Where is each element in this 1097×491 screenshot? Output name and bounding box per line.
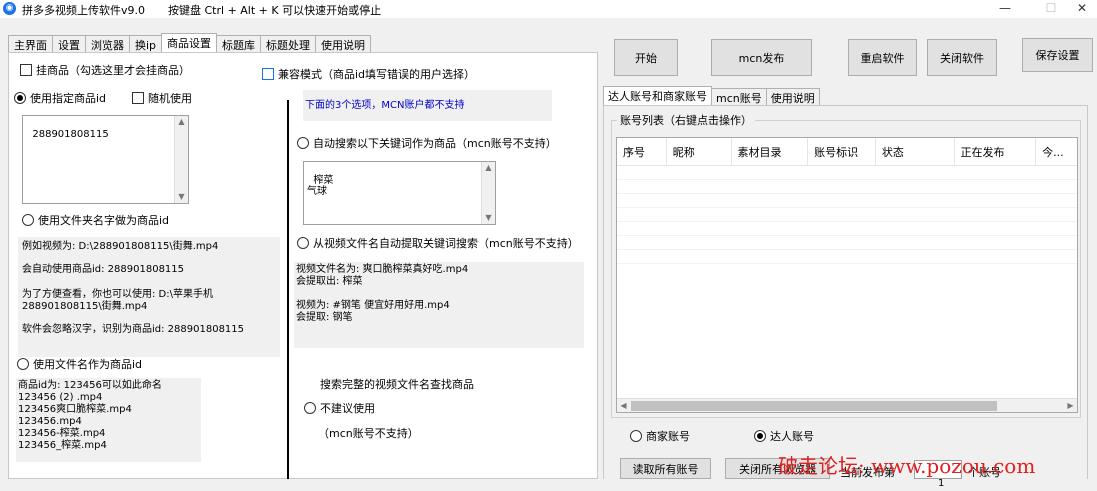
account-table[interactable]: 序号 昵称 素材目录 账号标识 状态 正在发布 今... ◀ ▶ bbox=[616, 137, 1078, 413]
influencer-account-radio[interactable]: 达人账号 bbox=[754, 428, 814, 444]
column-header[interactable]: 序号 bbox=[617, 138, 667, 165]
column-header[interactable]: 账号标识 bbox=[808, 138, 876, 165]
checkbox-icon bbox=[262, 68, 274, 80]
mount-product-checkbox[interactable]: 挂商品（勾选这里才会挂商品） bbox=[20, 62, 190, 78]
table-row bbox=[617, 250, 1077, 264]
file-name-note-box: 商品id为: 123456可以如此命名 123456 (2) .mp4 1234… bbox=[16, 378, 201, 462]
column-header[interactable]: 状态 bbox=[876, 138, 955, 165]
scroll-left-icon[interactable]: ◀ bbox=[617, 400, 630, 412]
radio-icon bbox=[754, 430, 766, 442]
extract-note-box: 视频文件名为: 爽口脆榨菜真好吃.mp4 会提取出: 榨菜 视频为: #钢笔 便… bbox=[294, 262, 584, 348]
radio-icon bbox=[22, 214, 34, 226]
tab-settings[interactable]: 设置 bbox=[52, 35, 86, 52]
horizontal-scrollbar[interactable]: ◀ ▶ bbox=[617, 398, 1077, 412]
scroll-up-icon[interactable]: ▲ bbox=[175, 116, 188, 128]
tab-mcn-accounts[interactable]: mcn账号 bbox=[711, 88, 767, 105]
column-header[interactable]: 今... bbox=[1036, 138, 1077, 165]
merchant-account-radio[interactable]: 商家账号 bbox=[630, 428, 690, 444]
table-row bbox=[617, 236, 1077, 250]
random-use-checkbox[interactable]: 随机使用 bbox=[132, 90, 192, 106]
table-row bbox=[617, 222, 1077, 236]
specified-id-textarea[interactable]: 288901808115 ▲ ▼ bbox=[22, 115, 189, 204]
auto-search-radio[interactable]: 自动搜索以下关键词作为商品（mcn账号不支持） bbox=[297, 135, 557, 151]
scroll-down-icon[interactable]: ▼ bbox=[175, 191, 188, 203]
minimize-button[interactable]: — bbox=[985, 0, 1025, 18]
tab-title-processing[interactable]: 标题处理 bbox=[260, 35, 317, 52]
app-icon: ◉ bbox=[3, 2, 16, 15]
close-window-button[interactable]: ✕ bbox=[1062, 0, 1097, 18]
tab-influencer-merchant-accounts[interactable]: 达人账号和商家账号 bbox=[603, 86, 712, 105]
start-button[interactable]: 开始 bbox=[614, 39, 678, 76]
tab-change-ip[interactable]: 换ip bbox=[129, 35, 163, 52]
tab-product-settings[interactable]: 商品设置 bbox=[161, 33, 218, 52]
checkbox-icon bbox=[20, 64, 32, 76]
scrollbar[interactable]: ▲ ▼ bbox=[174, 116, 188, 203]
account-table-header: 序号 昵称 素材目录 账号标识 状态 正在发布 今... bbox=[617, 138, 1077, 166]
mcn-not-supported-note: （mcn账号不支持） bbox=[318, 427, 419, 440]
table-row bbox=[617, 208, 1077, 222]
tab-account-instructions[interactable]: 使用说明 bbox=[765, 88, 820, 105]
use-specified-id-radio[interactable]: 使用指定商品id bbox=[14, 90, 106, 106]
close-software-button[interactable]: 关闭软件 bbox=[927, 39, 997, 76]
full-search-title: 搜索完整的视频文件名查找商品 bbox=[320, 378, 474, 391]
radio-icon bbox=[304, 402, 316, 414]
mcn-publish-button[interactable]: mcn发布 bbox=[711, 39, 812, 76]
mcn-warning: 下面的3个选项，MCN账户都不支持 bbox=[303, 90, 552, 121]
radio-icon bbox=[297, 137, 309, 149]
main-tabstrip: 主界面 设置 浏览器 换ip 商品设置 标题库 标题处理 使用说明 bbox=[8, 33, 372, 53]
radio-icon bbox=[14, 92, 26, 104]
column-header[interactable]: 素材目录 bbox=[732, 138, 809, 165]
read-all-accounts-button[interactable]: 读取所有账号 bbox=[620, 458, 711, 479]
scroll-thumb[interactable] bbox=[631, 401, 997, 411]
watermark: 破走论坛: www.pozou.com bbox=[778, 454, 1036, 478]
account-tabstrip: 达人账号和商家账号 mcn账号 使用说明 bbox=[603, 86, 820, 106]
window-hint: 按键盘 Ctrl + Alt + K 可以快速开始或停止 bbox=[168, 4, 382, 17]
radio-icon bbox=[630, 430, 642, 442]
scroll-down-icon[interactable]: ▼ bbox=[482, 212, 495, 224]
tab-browser[interactable]: 浏览器 bbox=[85, 35, 130, 52]
folder-note-box: 例如视频为: D:\288901808115\街舞.mp4 会自动使用商品id:… bbox=[18, 237, 280, 357]
scrollbar[interactable]: ▲ ▼ bbox=[481, 162, 495, 224]
table-row bbox=[617, 194, 1077, 208]
checkbox-icon bbox=[132, 92, 144, 104]
radio-icon bbox=[297, 237, 309, 249]
table-row bbox=[617, 180, 1077, 194]
radio-icon bbox=[17, 358, 29, 370]
scroll-right-icon[interactable]: ▶ bbox=[1064, 400, 1077, 412]
extract-keyword-radio[interactable]: 从视频文件名自动提取关键词搜索（mcn账号不支持） bbox=[297, 235, 579, 251]
vertical-divider bbox=[287, 100, 289, 479]
use-folder-name-radio[interactable]: 使用文件夹名字做为商品id bbox=[22, 212, 169, 228]
use-file-name-radio[interactable]: 使用文件名作为商品id bbox=[17, 356, 142, 372]
keywords-textarea[interactable]: 榨菜 气球 ▲ ▼ bbox=[303, 161, 496, 225]
column-header[interactable]: 昵称 bbox=[667, 138, 732, 165]
compat-mode-checkbox[interactable]: 兼容模式（商品id填写错误的用户选择） bbox=[262, 66, 475, 82]
tab-title-library[interactable]: 标题库 bbox=[216, 35, 262, 52]
table-row bbox=[617, 166, 1077, 180]
column-header[interactable]: 正在发布 bbox=[955, 138, 1037, 165]
not-recommended-radio[interactable]: 不建议使用 bbox=[304, 400, 375, 416]
scroll-up-icon[interactable]: ▲ bbox=[482, 162, 495, 174]
tab-main[interactable]: 主界面 bbox=[8, 35, 53, 52]
tab-instructions[interactable]: 使用说明 bbox=[315, 35, 372, 52]
account-list-label: 账号列表（右键点击操作） bbox=[617, 112, 755, 128]
title-bar bbox=[0, 0, 1097, 18]
window-title: 拼多多视频上传软件v9.0 bbox=[22, 4, 146, 17]
save-settings-button[interactable]: 保存设置 bbox=[1022, 38, 1093, 72]
restart-button[interactable]: 重启软件 bbox=[848, 39, 917, 76]
